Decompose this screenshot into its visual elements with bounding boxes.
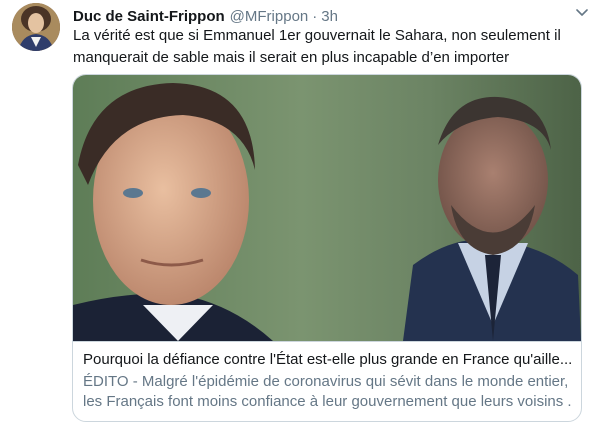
timestamp[interactable]: 3h bbox=[321, 8, 338, 25]
tweet-menu-button[interactable] bbox=[573, 4, 591, 22]
tweet[interactable]: Duc de Saint-Frippon @MFrippon · 3h La v… bbox=[0, 0, 599, 422]
portrait-avatar bbox=[12, 3, 60, 51]
tweet-text: La vérité est que si Emmanuel 1er gouver… bbox=[73, 25, 585, 69]
card-description-line: ÉDITO - Malgré l'épidémie de coronavirus… bbox=[83, 373, 569, 390]
card-title[interactable]: Pourquoi la défiance contre l'État est-e… bbox=[83, 350, 571, 370]
card-description-line: les Français font moins confiance à leur… bbox=[83, 393, 571, 410]
tweet-header: Duc de Saint-Frippon @MFrippon · 3h bbox=[73, 6, 587, 26]
card-description: ÉDITO - Malgré l'épidémie de coronavirus… bbox=[83, 372, 571, 412]
article-photo bbox=[73, 75, 581, 341]
card-body[interactable]: Pourquoi la défiance contre l'État est-e… bbox=[73, 341, 581, 421]
tweet-text-line: manquerait de sable mais il serait en pl… bbox=[73, 49, 510, 66]
display-name[interactable]: Duc de Saint-Frippon bbox=[73, 8, 225, 25]
user-handle[interactable]: @MFrippon bbox=[230, 8, 309, 25]
header-separator: · bbox=[312, 7, 318, 25]
tweet-text-line: La vérité est que si Emmanuel 1er gouver… bbox=[73, 27, 561, 44]
link-card[interactable]: Pourquoi la défiance contre l'État est-e… bbox=[72, 74, 582, 422]
chevron-down-icon bbox=[576, 9, 588, 16]
avatar[interactable] bbox=[12, 3, 60, 51]
